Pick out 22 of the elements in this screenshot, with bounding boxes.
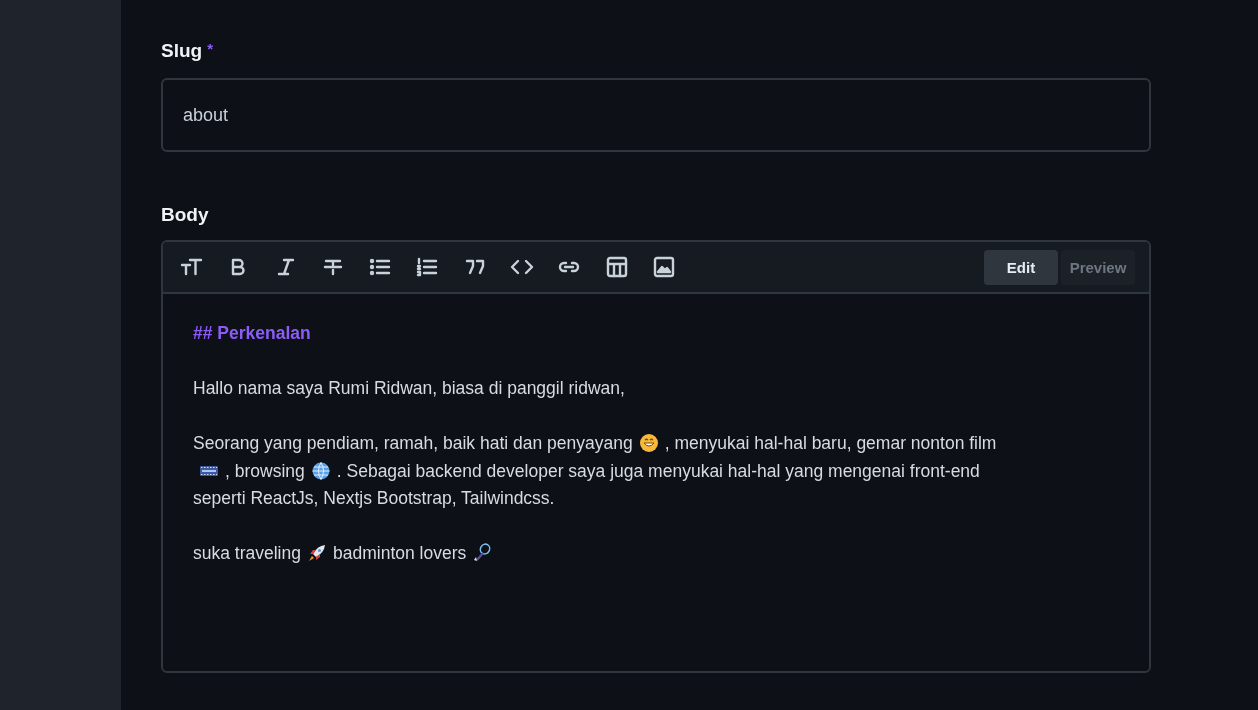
image-icon[interactable] [651,255,676,279]
body-text: suka traveling [193,543,301,563]
grinning-face-icon [638,433,659,453]
globe-icon [310,460,331,481]
body-text: Seorang yang pendiam, ramah, baik hati dan penyayang [193,433,633,453]
slug-input-field[interactable]: about [161,78,1151,152]
markdown-heading: ## Perkenalan [193,323,311,343]
mode-tab[interactable]: Preview [1061,249,1135,285]
mode-tab[interactable]: Edit [984,249,1058,285]
body-text: Hallo nama saya Rumi Ridwan, biasa di panggil ridwan, [193,378,625,398]
field-label: Body [161,204,209,226]
body-text: , browsing [225,460,305,481]
body-text: badminton lovers [333,543,467,563]
body-text: . Sebagai backend developer saya juga menyukai hal-hal yang mengenai front-end [336,460,980,481]
required-mark: * [207,40,213,57]
body-text: , menyukai hal-hal baru, gemar nonton film [664,433,997,453]
table-icon[interactable] [604,255,629,279]
numbered-list-icon[interactable] [415,255,440,279]
badminton-racket-icon [472,543,493,563]
field-label: Slug [161,40,203,62]
rocket-icon [307,543,327,563]
body-text: seperti ReactJs, Nextjs Bootstrap, Tailwindcss. [193,488,555,508]
